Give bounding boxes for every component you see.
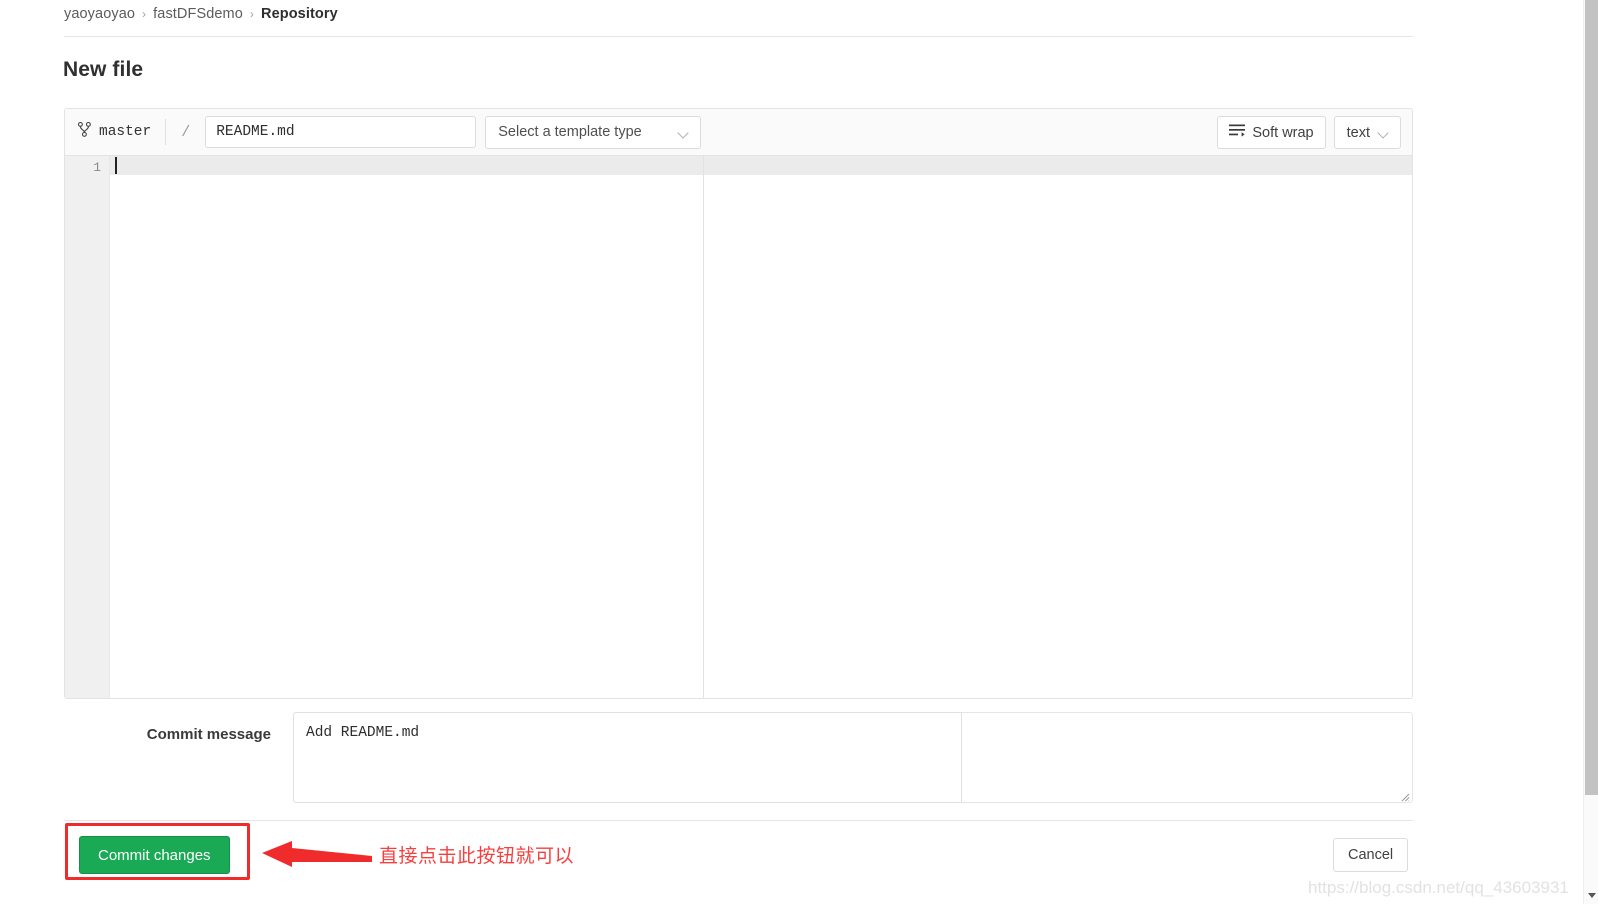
commit-message-field-wrap: Add README.md [293,712,1413,803]
branch-icon [77,121,91,142]
editor-mode-select[interactable]: text [1333,116,1401,149]
page-root: yaoyaoyao › fastDFSdemo › Repository New… [0,0,1583,904]
commit-message-row: Commit message Add README.md [64,712,1413,803]
commit-message-overflow-panel [962,712,1413,803]
breadcrumb-separator-icon: › [249,7,255,21]
soft-wrap-icon [1229,124,1246,141]
file-editor-card: master / Select a template type [64,108,1413,699]
template-type-label: Select a template type [498,124,642,140]
breadcrumb: yaoyaoyao › fastDFSdemo › Repository [64,3,338,25]
filename-input[interactable] [205,116,477,148]
commit-message-label: Commit message [146,726,271,743]
editor-toolbar: master / Select a template type [65,109,1412,156]
print-margin-ruler [703,156,704,698]
header-divider [64,36,1413,37]
soft-wrap-button[interactable]: Soft wrap [1217,116,1326,149]
line-number-gutter: 1 [65,156,110,698]
scrollbar-thumb[interactable] [1585,0,1598,795]
chevron-down-icon [679,129,690,136]
page-scrollbar[interactable] [1583,0,1598,904]
branch-name: master [99,124,152,140]
path-separator: / [165,119,205,145]
breadcrumb-separator-icon: › [142,7,147,21]
branch-indicator[interactable]: master [77,118,165,146]
chevron-down-icon [1379,129,1390,136]
breadcrumb-item-project[interactable]: fastDFSdemo [153,6,243,22]
resize-handle-icon[interactable] [1399,789,1410,802]
code-text-area[interactable] [110,156,1412,698]
watermark: https://blog.csdn.net/qq_43603931 [1308,878,1569,897]
text-cursor [115,157,117,174]
editor-mode-label: text [1346,124,1370,141]
page-title: New file [63,58,144,81]
template-type-select[interactable]: Select a template type [485,115,702,149]
scroll-down-arrow-icon[interactable] [1584,888,1598,903]
commit-changes-button[interactable]: Commit changes [79,836,230,874]
breadcrumb-item-repository: Repository [261,6,338,22]
code-editor[interactable]: 1 [65,156,1412,698]
annotation-arrow-icon [262,836,372,870]
breadcrumb-item-owner[interactable]: yaoyaoyao [64,6,135,22]
commit-message-input[interactable]: Add README.md [293,712,962,803]
editor-toolbar-right: Soft wrap text [1217,109,1401,156]
footer-divider [64,820,1413,821]
cancel-button[interactable]: Cancel [1333,838,1409,872]
soft-wrap-label: Soft wrap [1252,124,1314,141]
annotation-text: 直接点击此按钮就可以 [379,845,575,867]
line-number: 1 [93,160,101,175]
